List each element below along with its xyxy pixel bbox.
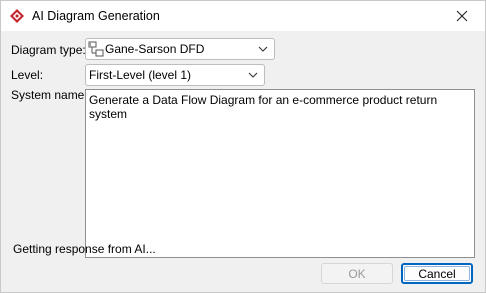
system-name-label: System name: bbox=[11, 88, 88, 102]
diagram-type-dropdown[interactable]: Gane-Sarson DFD bbox=[85, 38, 275, 60]
diagram-type-label: Diagram type: bbox=[11, 43, 86, 57]
dfd-diagram-icon bbox=[88, 41, 104, 57]
dialog-content: Diagram type: Gane-Sarson DFD Level: Fir… bbox=[1, 31, 485, 292]
level-dropdown[interactable]: First-Level (level 1) bbox=[85, 64, 265, 86]
cancel-button[interactable]: Cancel bbox=[401, 263, 473, 284]
dialog-window: AI Diagram Generation Diagram type: Gane… bbox=[0, 0, 486, 293]
chevron-down-icon bbox=[258, 46, 268, 52]
title-bar[interactable]: AI Diagram Generation bbox=[1, 1, 485, 31]
level-label: Level: bbox=[11, 68, 44, 82]
window-title: AI Diagram Generation bbox=[32, 9, 160, 23]
close-button[interactable] bbox=[439, 1, 485, 31]
ok-button-label: OK bbox=[348, 266, 366, 281]
level-value: First-Level (level 1) bbox=[89, 68, 192, 82]
close-icon bbox=[456, 10, 468, 22]
app-logo-icon bbox=[9, 8, 25, 24]
cancel-button-label: Cancel bbox=[418, 266, 456, 281]
status-text: Getting response from AI... bbox=[13, 242, 156, 256]
diagram-type-value: Gane-Sarson DFD bbox=[105, 42, 205, 56]
chevron-down-icon bbox=[248, 72, 258, 78]
system-name-textarea[interactable]: Generate a Data Flow Diagram for an e-co… bbox=[85, 89, 475, 258]
ok-button[interactable]: OK bbox=[321, 263, 393, 284]
